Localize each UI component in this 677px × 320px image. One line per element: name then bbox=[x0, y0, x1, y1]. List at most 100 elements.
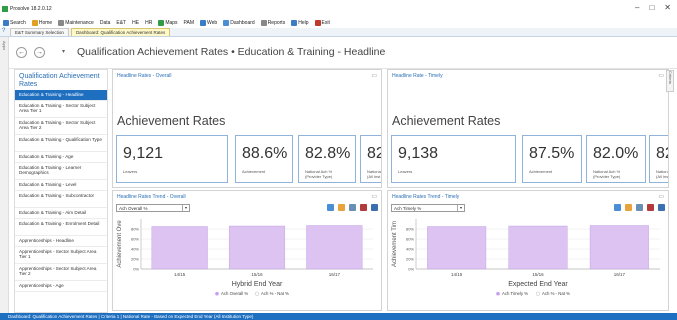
menu-item-maintenance[interactable]: Maintenance bbox=[58, 20, 94, 26]
chart-view-icon[interactable] bbox=[338, 204, 345, 211]
achievement-heading: Achievement Rates bbox=[392, 114, 501, 128]
measure-select[interactable]: Ach Overall % ▾ bbox=[116, 204, 190, 212]
table-view-icon[interactable] bbox=[614, 204, 621, 211]
print-icon[interactable] bbox=[647, 204, 654, 211]
bar-14-15[interactable] bbox=[151, 226, 208, 270]
sidebar-item[interactable]: Apprenticeships - Sector Subject Area Ti… bbox=[15, 247, 107, 264]
close-button[interactable]: ✕ bbox=[664, 3, 671, 12]
menu-item-pam[interactable]: PAM bbox=[184, 20, 194, 26]
forward-button[interactable]: → bbox=[34, 47, 45, 58]
maximize-panel-icon[interactable]: ▭ bbox=[658, 193, 664, 200]
sidebar-item[interactable]: Education & Training - Qualification Typ… bbox=[15, 135, 107, 152]
sidebar-item[interactable]: Education & Training - Subcontractor bbox=[15, 191, 107, 208]
save-icon[interactable] bbox=[658, 204, 665, 211]
print-icon[interactable] bbox=[360, 204, 367, 211]
kpi-value: 9,121 bbox=[123, 145, 164, 162]
document-tab-0[interactable]: E&T Summary Selection bbox=[10, 28, 69, 36]
sidebar-item[interactable]: Education & Training - Sector Subject Ar… bbox=[15, 101, 107, 118]
bar-16-17[interactable] bbox=[306, 225, 363, 270]
y-tick-label: 80% bbox=[406, 227, 414, 232]
panel-headline-overall: Headline Rates - Overall ▭ Achievement R… bbox=[112, 69, 382, 188]
filter-icon[interactable] bbox=[636, 204, 643, 211]
y-tick-label: 60% bbox=[131, 237, 139, 242]
menu-item-data[interactable]: Data bbox=[100, 20, 111, 26]
menu-item-label: Search bbox=[10, 20, 26, 26]
sidebar-item[interactable]: Apprenticeships - Sector Subject Area Ti… bbox=[15, 264, 107, 281]
legend-marker bbox=[496, 291, 500, 296]
help-icon[interactable]: ? bbox=[2, 28, 5, 34]
chart-view-icon[interactable] bbox=[625, 204, 632, 211]
y-tick-label: 20% bbox=[406, 257, 414, 262]
maximize-panel-icon[interactable]: ▭ bbox=[371, 72, 377, 79]
legend-entry[interactable]: Ach Overall % bbox=[221, 291, 248, 296]
maximize-panel-icon[interactable]: ▭ bbox=[658, 72, 664, 79]
status-bar: Dashboard: Qualification Achievement Rat… bbox=[0, 313, 677, 320]
menu-item-help[interactable]: Help bbox=[291, 20, 309, 26]
x-tick-label: 14/15 bbox=[451, 272, 463, 277]
sidebar-item[interactable]: Education & Training - Sector Subject Ar… bbox=[15, 118, 107, 135]
y-axis-label: Achievement Ove bbox=[117, 220, 123, 268]
criteria-side-tab[interactable]: Criteria bbox=[666, 70, 674, 92]
sidebar-item[interactable]: Education & Training - Aim Detail bbox=[15, 208, 107, 219]
menu-item-label: Dashboard bbox=[230, 20, 255, 26]
kpi-label: National (All Instit bbox=[656, 169, 669, 179]
help-icon bbox=[291, 20, 298, 26]
sidebar-item[interactable]: Education & Training - Headline bbox=[15, 90, 107, 101]
search-icon bbox=[3, 20, 9, 26]
menu-item-web[interactable]: Web bbox=[200, 20, 217, 26]
sidebar-item[interactable]: Education & Training - Level bbox=[15, 180, 107, 191]
apps-rail[interactable]: Apps bbox=[0, 37, 9, 313]
window-title: Prosolve 18.2.0.12 bbox=[10, 6, 52, 12]
history-dropdown-icon[interactable]: ▾ bbox=[62, 48, 65, 55]
menu-item-e-t[interactable]: E&T bbox=[116, 20, 126, 26]
save-icon[interactable] bbox=[371, 204, 378, 211]
kpi-value: 87.5% bbox=[529, 145, 575, 162]
bar-16-17[interactable] bbox=[589, 225, 649, 270]
menu-item-label: Help bbox=[298, 20, 309, 26]
bar-15-16[interactable] bbox=[508, 225, 568, 270]
document-tab-1[interactable]: Dashboard: Qualification Achievement Rat… bbox=[70, 28, 171, 36]
menu-item-hr[interactable]: HR bbox=[145, 20, 152, 26]
maximize-panel-icon[interactable]: ▭ bbox=[371, 193, 377, 200]
kpi-label: Leavers bbox=[398, 169, 413, 174]
legend-entry[interactable]: Ach % - Nat % bbox=[261, 291, 289, 296]
minimize-button[interactable]: – bbox=[635, 3, 639, 12]
sidebar-item[interactable]: Apprenticeships - Age bbox=[15, 281, 107, 292]
kpi-national-provider: 82.0% National Ach % (Provider Type) bbox=[586, 135, 646, 183]
achievement-heading: Achievement Rates bbox=[117, 114, 226, 128]
sidebar-item[interactable]: Education & Training - Age bbox=[15, 152, 107, 163]
maximize-button[interactable]: □ bbox=[649, 3, 654, 12]
kpi-value: 82. bbox=[367, 145, 381, 162]
legend-entry[interactable]: Ach % - Nat % bbox=[542, 291, 570, 296]
back-button[interactable]: ← bbox=[16, 47, 27, 58]
x-axis-label: Expected End Year bbox=[508, 281, 568, 288]
dashboard-sidebar: Qualification Achievement Rates Educatio… bbox=[14, 69, 108, 313]
panel-trend-timely: Headline Rates Trend - Timely ▭ Ach Time… bbox=[387, 190, 669, 311]
menu-item-maps[interactable]: Maps bbox=[158, 20, 178, 26]
menu-item-search[interactable]: Search bbox=[3, 20, 26, 26]
menu-item-reports[interactable]: Reports bbox=[260, 20, 285, 26]
sidebar-item[interactable]: Education & Training - Enrolment Detail bbox=[15, 219, 107, 236]
menu-item-home[interactable]: Home bbox=[31, 20, 52, 26]
table-view-icon[interactable] bbox=[327, 204, 334, 211]
filter-icon[interactable] bbox=[349, 204, 356, 211]
legend-marker bbox=[535, 291, 540, 296]
menu-item-he[interactable]: HE bbox=[132, 20, 139, 26]
globe-icon bbox=[158, 20, 165, 26]
document-tab-strip: E&T Summary Selection Dashboard: Qualific… bbox=[0, 28, 677, 37]
menu-item-exit[interactable]: Exit bbox=[314, 20, 330, 26]
sidebar-item[interactable]: Apprenticeships - Headline bbox=[15, 236, 107, 247]
legend-entry[interactable]: Ach Timely % bbox=[502, 291, 528, 296]
bar-14-15[interactable] bbox=[427, 226, 487, 270]
menu-item-label: E&T bbox=[116, 20, 127, 26]
kpi-label: National Ach % (Provider Type) bbox=[593, 169, 621, 179]
menu-item-label: Maintenance bbox=[65, 20, 94, 26]
x-tick-label: 16/17 bbox=[329, 272, 341, 277]
panel-headline-timely: Headline Rate - Timely ▭ Achievement Rat… bbox=[387, 69, 669, 188]
kpi-label: National Ach % (Provider Type) bbox=[305, 169, 333, 179]
x-tick-label: 16/17 bbox=[614, 272, 626, 277]
measure-select[interactable]: Ach Timely % ▾ bbox=[391, 204, 465, 212]
bar-15-16[interactable] bbox=[228, 225, 286, 270]
sidebar-item[interactable]: Education & Training - Learner Demograph… bbox=[15, 163, 107, 180]
menu-item-dashboard[interactable]: Dashboard bbox=[223, 20, 255, 26]
